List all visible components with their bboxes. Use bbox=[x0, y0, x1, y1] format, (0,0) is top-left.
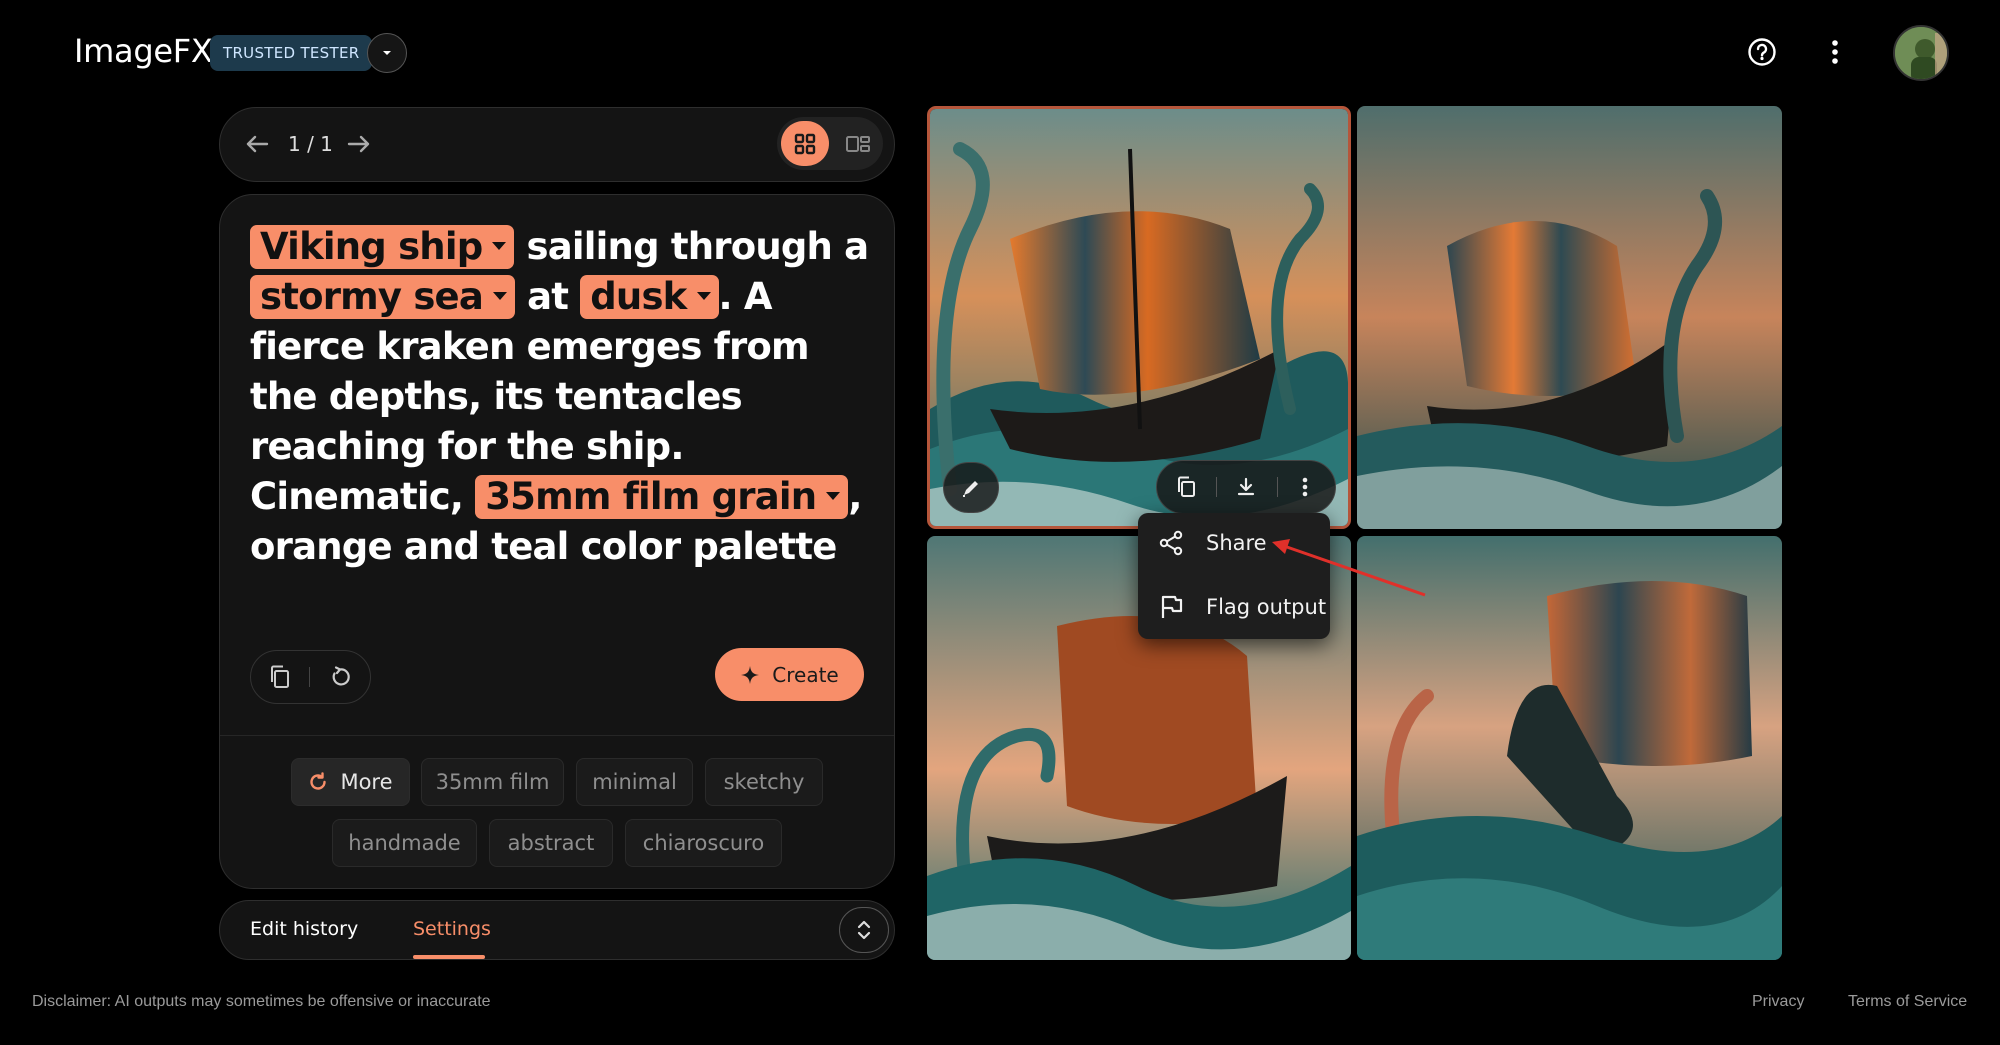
prompt-chip-time[interactable]: dusk bbox=[580, 275, 719, 319]
tab-edit-history[interactable]: Edit history bbox=[250, 918, 358, 940]
prompt-segment: at bbox=[515, 275, 581, 318]
active-tab-indicator bbox=[413, 955, 485, 959]
edit-image-button[interactable] bbox=[943, 462, 999, 513]
copy-icon bbox=[1178, 476, 1195, 497]
tab-settings[interactable]: Settings bbox=[413, 918, 491, 940]
trusted-tester-badge: TRUSTED TESTER bbox=[210, 35, 373, 71]
privacy-link[interactable]: Privacy bbox=[1752, 993, 1804, 1011]
prompt-chip-label: dusk bbox=[590, 275, 687, 318]
prompt-chip-label: Viking ship bbox=[260, 225, 483, 268]
more-styles-label: More bbox=[340, 770, 393, 794]
grid-view-icon bbox=[794, 133, 816, 154]
prompt-chip-label: stormy sea bbox=[260, 275, 484, 318]
prompt-text[interactable]: Viking ship sailing through a stormy sea… bbox=[250, 222, 870, 572]
viking-ship-image bbox=[1357, 106, 1782, 529]
style-chip[interactable]: abstract bbox=[489, 819, 613, 867]
style-chip[interactable]: 35mm film bbox=[421, 758, 564, 806]
unfold-icon bbox=[857, 920, 871, 940]
reset-prompt-button[interactable] bbox=[320, 657, 360, 697]
copy-prompt-button[interactable] bbox=[260, 657, 300, 697]
next-button[interactable] bbox=[342, 127, 376, 161]
edit-icon bbox=[963, 480, 978, 497]
header-dropdown-button[interactable] bbox=[367, 33, 407, 73]
prompt-chip-setting[interactable]: stormy sea bbox=[250, 275, 516, 319]
style-chip[interactable]: handmade bbox=[332, 819, 477, 867]
copy-icon bbox=[271, 665, 289, 688]
prompt-segment: sailing through a bbox=[514, 225, 869, 268]
prompt-chip-label: 35mm film grain bbox=[485, 475, 817, 518]
divider bbox=[1277, 477, 1278, 497]
image-more-button[interactable] bbox=[1285, 467, 1325, 507]
refresh-icon bbox=[310, 772, 327, 790]
flag-icon bbox=[1161, 595, 1183, 618]
single-view-icon bbox=[846, 135, 870, 152]
page-count: 1 / 1 bbox=[288, 132, 333, 156]
app-title: ImageFX bbox=[74, 32, 213, 70]
prompt-chip-subject[interactable]: Viking ship bbox=[250, 225, 515, 269]
single-view-button[interactable] bbox=[834, 121, 882, 166]
chevron-down-icon bbox=[493, 291, 508, 300]
chevron-down-icon bbox=[696, 291, 711, 300]
copy-image-button[interactable] bbox=[1166, 467, 1206, 507]
style-chip[interactable]: minimal bbox=[576, 758, 693, 806]
chevron-down-icon bbox=[492, 241, 507, 250]
arrow-right-icon bbox=[347, 135, 370, 153]
more-vert-icon bbox=[1302, 477, 1308, 497]
disclaimer-text: Disclaimer: AI outputs may sometimes be … bbox=[32, 993, 491, 1010]
reset-icon bbox=[332, 666, 350, 686]
divider bbox=[309, 667, 310, 687]
chevron-down-icon bbox=[826, 491, 841, 500]
sparkle-icon bbox=[741, 665, 760, 684]
share-icon bbox=[1159, 530, 1183, 556]
prompt-chip-style[interactable]: 35mm film grain bbox=[475, 475, 849, 519]
create-button-label: Create bbox=[772, 662, 839, 687]
terms-link[interactable]: Terms of Service bbox=[1848, 993, 1967, 1011]
avatar[interactable] bbox=[1893, 25, 1949, 81]
style-chip[interactable]: chiaroscuro bbox=[625, 819, 782, 867]
create-button[interactable]: Create bbox=[715, 648, 864, 701]
more-vert-icon bbox=[1832, 40, 1838, 64]
download-button[interactable] bbox=[1226, 467, 1266, 507]
arrow-left-icon bbox=[246, 135, 269, 153]
more-styles-button[interactable]: More bbox=[291, 758, 410, 806]
chevron-down-icon bbox=[383, 51, 391, 55]
expand-panel-button[interactable] bbox=[839, 907, 889, 953]
help-icon bbox=[1748, 38, 1776, 66]
grid-view-button[interactable] bbox=[781, 121, 829, 166]
divider bbox=[220, 735, 894, 736]
generated-image-2[interactable] bbox=[1357, 106, 1782, 529]
style-chip[interactable]: sketchy bbox=[705, 758, 823, 806]
header-more-button[interactable] bbox=[1815, 30, 1855, 74]
download-icon bbox=[1237, 477, 1255, 496]
divider bbox=[1216, 477, 1217, 497]
annotation-arrow bbox=[1272, 539, 1426, 597]
avatar-image bbox=[1895, 27, 1947, 79]
previous-button[interactable] bbox=[240, 127, 274, 161]
help-button[interactable] bbox=[1740, 30, 1784, 74]
menu-item-label: Share bbox=[1206, 531, 1267, 555]
